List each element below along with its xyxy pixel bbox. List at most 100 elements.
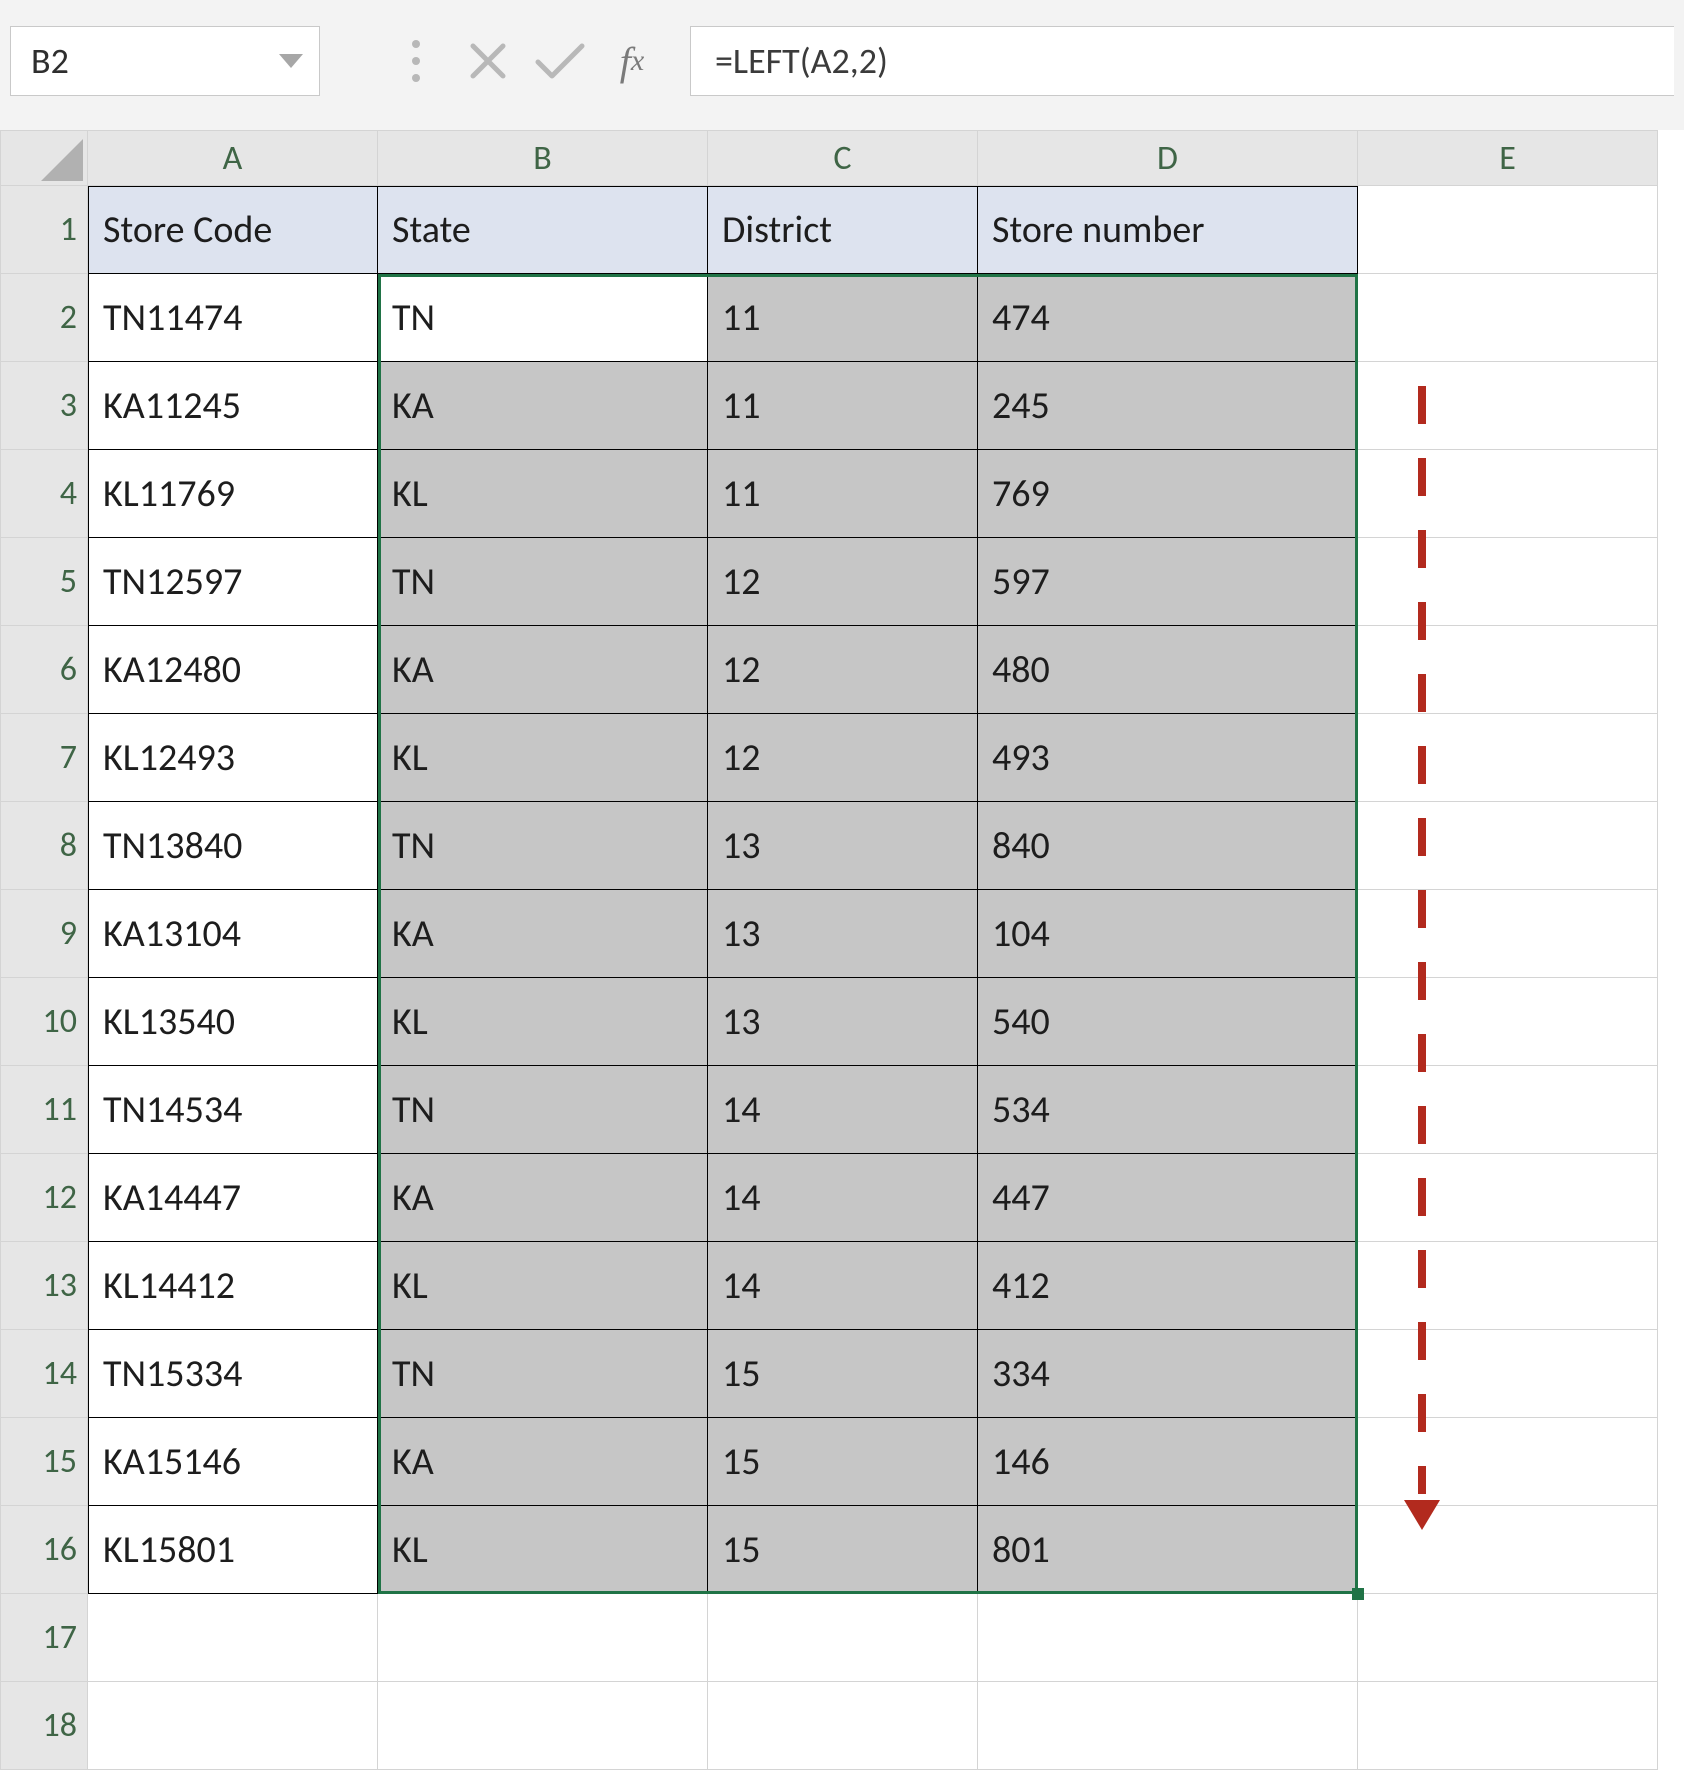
column-header-C[interactable]: C bbox=[708, 130, 978, 186]
cell-B3[interactable]: KA bbox=[378, 362, 708, 450]
cell-E2[interactable] bbox=[1358, 274, 1658, 362]
cell-A5[interactable]: TN12597 bbox=[88, 538, 378, 626]
cell-D15[interactable]: 146 bbox=[978, 1418, 1358, 1506]
cell-D7[interactable]: 493 bbox=[978, 714, 1358, 802]
cell-C9[interactable]: 13 bbox=[708, 890, 978, 978]
cell-C15[interactable]: 15 bbox=[708, 1418, 978, 1506]
cell-B12[interactable]: KA bbox=[378, 1154, 708, 1242]
cell-E10[interactable] bbox=[1358, 978, 1658, 1066]
cell-A3[interactable]: KA11245 bbox=[88, 362, 378, 450]
cell-C3[interactable]: 11 bbox=[708, 362, 978, 450]
cell-B2[interactable]: TN bbox=[378, 274, 708, 362]
row-header[interactable]: 1 bbox=[0, 186, 88, 274]
row-header[interactable]: 4 bbox=[0, 450, 88, 538]
row-header[interactable]: 16 bbox=[0, 1506, 88, 1594]
cell-C18[interactable] bbox=[708, 1682, 978, 1770]
cell-A14[interactable]: TN15334 bbox=[88, 1330, 378, 1418]
formula-input[interactable]: =LEFT(A2,2) bbox=[690, 26, 1674, 96]
cell-A16[interactable]: KL15801 bbox=[88, 1506, 378, 1594]
cell-C10[interactable]: 13 bbox=[708, 978, 978, 1066]
cell-D8[interactable]: 840 bbox=[978, 802, 1358, 890]
fx-icon[interactable]: fx bbox=[596, 26, 668, 96]
cell-B11[interactable]: TN bbox=[378, 1066, 708, 1154]
cell-E5[interactable] bbox=[1358, 538, 1658, 626]
cell-A13[interactable]: KL14412 bbox=[88, 1242, 378, 1330]
name-box-dropdown-icon[interactable] bbox=[279, 54, 303, 68]
row-header[interactable]: 13 bbox=[0, 1242, 88, 1330]
row-header[interactable]: 12 bbox=[0, 1154, 88, 1242]
cell-D17[interactable] bbox=[978, 1594, 1358, 1682]
row-header[interactable]: 17 bbox=[0, 1594, 88, 1682]
cell-E11[interactable] bbox=[1358, 1066, 1658, 1154]
worksheet-grid[interactable]: Store Code State District Store number T… bbox=[88, 186, 1658, 1770]
row-header[interactable]: 18 bbox=[0, 1682, 88, 1770]
name-box[interactable]: B2 bbox=[10, 26, 320, 96]
cell-E7[interactable] bbox=[1358, 714, 1658, 802]
cell-C1[interactable]: District bbox=[708, 186, 978, 274]
cell-A4[interactable]: KL11769 bbox=[88, 450, 378, 538]
row-header[interactable]: 2 bbox=[0, 274, 88, 362]
cell-C4[interactable]: 11 bbox=[708, 450, 978, 538]
cell-B5[interactable]: TN bbox=[378, 538, 708, 626]
cell-A7[interactable]: KL12493 bbox=[88, 714, 378, 802]
cell-E12[interactable] bbox=[1358, 1154, 1658, 1242]
cell-D6[interactable]: 480 bbox=[978, 626, 1358, 714]
cell-A2[interactable]: TN11474 bbox=[88, 274, 378, 362]
cancel-formula-button[interactable] bbox=[452, 26, 524, 96]
cell-B8[interactable]: TN bbox=[378, 802, 708, 890]
cell-D16[interactable]: 801 bbox=[978, 1506, 1358, 1594]
cell-C17[interactable] bbox=[708, 1594, 978, 1682]
cell-D5[interactable]: 597 bbox=[978, 538, 1358, 626]
cell-B10[interactable]: KL bbox=[378, 978, 708, 1066]
cell-D2[interactable]: 474 bbox=[978, 274, 1358, 362]
row-header[interactable]: 7 bbox=[0, 714, 88, 802]
cell-A15[interactable]: KA15146 bbox=[88, 1418, 378, 1506]
cell-B13[interactable]: KL bbox=[378, 1242, 708, 1330]
cell-D13[interactable]: 412 bbox=[978, 1242, 1358, 1330]
cell-D9[interactable]: 104 bbox=[978, 890, 1358, 978]
column-header-B[interactable]: B bbox=[378, 130, 708, 186]
cell-C12[interactable]: 14 bbox=[708, 1154, 978, 1242]
cell-D12[interactable]: 447 bbox=[978, 1154, 1358, 1242]
cell-B14[interactable]: TN bbox=[378, 1330, 708, 1418]
cell-A8[interactable]: TN13840 bbox=[88, 802, 378, 890]
cell-E3[interactable] bbox=[1358, 362, 1658, 450]
cell-A9[interactable]: KA13104 bbox=[88, 890, 378, 978]
cell-A17[interactable] bbox=[88, 1594, 378, 1682]
cell-A1[interactable]: Store Code bbox=[88, 186, 378, 274]
cell-D11[interactable]: 534 bbox=[978, 1066, 1358, 1154]
column-header-D[interactable]: D bbox=[978, 130, 1358, 186]
cell-C8[interactable]: 13 bbox=[708, 802, 978, 890]
cell-E18[interactable] bbox=[1358, 1682, 1658, 1770]
cell-B7[interactable]: KL bbox=[378, 714, 708, 802]
cell-A10[interactable]: KL13540 bbox=[88, 978, 378, 1066]
cell-D10[interactable]: 540 bbox=[978, 978, 1358, 1066]
cell-E9[interactable] bbox=[1358, 890, 1658, 978]
cell-D3[interactable]: 245 bbox=[978, 362, 1358, 450]
row-header[interactable]: 15 bbox=[0, 1418, 88, 1506]
cell-E4[interactable] bbox=[1358, 450, 1658, 538]
cell-E6[interactable] bbox=[1358, 626, 1658, 714]
cell-C16[interactable]: 15 bbox=[708, 1506, 978, 1594]
column-header-A[interactable]: A bbox=[88, 130, 378, 186]
cell-A12[interactable]: KA14447 bbox=[88, 1154, 378, 1242]
row-header[interactable]: 6 bbox=[0, 626, 88, 714]
cell-C6[interactable]: 12 bbox=[708, 626, 978, 714]
row-header[interactable]: 8 bbox=[0, 802, 88, 890]
cell-E16[interactable] bbox=[1358, 1506, 1658, 1594]
cell-B17[interactable] bbox=[378, 1594, 708, 1682]
row-header[interactable]: 14 bbox=[0, 1330, 88, 1418]
cell-B1[interactable]: State bbox=[378, 186, 708, 274]
cell-B4[interactable]: KL bbox=[378, 450, 708, 538]
cell-D18[interactable] bbox=[978, 1682, 1358, 1770]
cell-E13[interactable] bbox=[1358, 1242, 1658, 1330]
cell-B18[interactable] bbox=[378, 1682, 708, 1770]
cell-C7[interactable]: 12 bbox=[708, 714, 978, 802]
cell-C5[interactable]: 12 bbox=[708, 538, 978, 626]
cell-A11[interactable]: TN14534 bbox=[88, 1066, 378, 1154]
select-all-cells-button[interactable] bbox=[0, 130, 88, 186]
cell-D1[interactable]: Store number bbox=[978, 186, 1358, 274]
cell-B6[interactable]: KA bbox=[378, 626, 708, 714]
cell-B16[interactable]: KL bbox=[378, 1506, 708, 1594]
column-header-E[interactable]: E bbox=[1358, 130, 1658, 186]
